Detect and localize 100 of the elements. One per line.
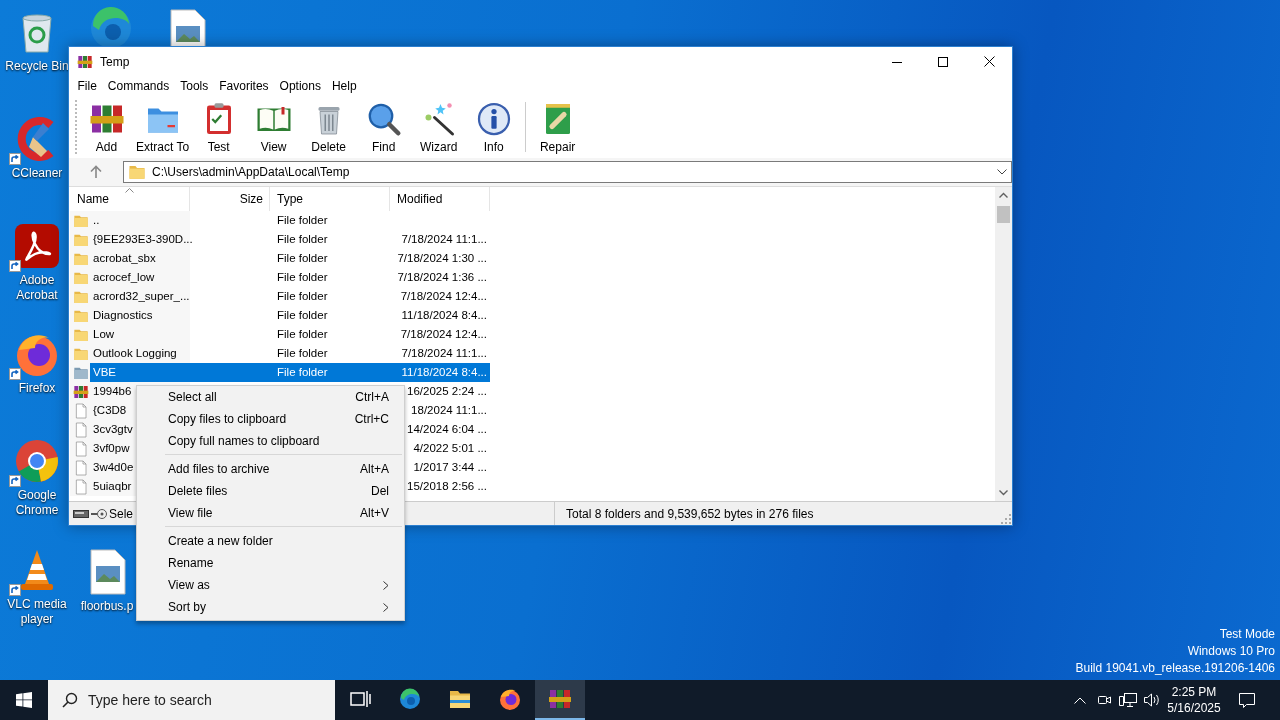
- table-cell-text: File folder: [276, 251, 329, 266]
- table-cell-text: 7/18/2024 1:36 ...: [396, 270, 488, 285]
- table-cell-text: File folder: [276, 346, 329, 361]
- selected-row[interactable]: VBE File folder 11/18/2024 8:4...: [90, 363, 490, 382]
- menu-item[interactable]: Favorites: [213, 77, 275, 95]
- table-cell-text: File folder: [276, 270, 329, 285]
- firefox-icon: [498, 687, 522, 711]
- close-icon: [983, 56, 995, 67]
- menu-item[interactable]: File: [72, 77, 103, 95]
- toolbar-button[interactable]: View: [246, 100, 302, 154]
- maximize-icon: [938, 56, 948, 67]
- archive-summary: Total 8 folders and 9,539,652 bytes in 276 files: [566, 506, 814, 521]
- resize-grip-icon[interactable]: [1000, 513, 1012, 525]
- icon-label: Firefox: [18, 381, 56, 396]
- menu-item[interactable]: Create a new folder: [137, 530, 404, 552]
- icon-label: VLC media player: [6, 597, 68, 627]
- table-cell-text: VBE: [92, 365, 117, 380]
- network-icon: [1119, 692, 1137, 708]
- chevron-right-icon: [383, 580, 389, 590]
- selection-status: Sele: [109, 506, 134, 521]
- table-cell-text: File folder: [276, 365, 329, 380]
- pdf-icon[interactable]: [13, 222, 61, 270]
- menu-item[interactable]: Options: [274, 77, 327, 95]
- shortcut-arrow-icon: [9, 153, 21, 165]
- menu-item[interactable]: Rename: [137, 552, 404, 574]
- folder-icon: [128, 163, 146, 181]
- toolbar-button[interactable]: Add: [79, 100, 134, 154]
- info-icon: [475, 100, 512, 137]
- table-cell: {9EE293E3-390D...: [90, 230, 190, 249]
- file-icon: [73, 478, 89, 495]
- shortcut-arrow-icon: [9, 260, 21, 272]
- menu-item[interactable]: Sort by: [137, 596, 404, 618]
- search-field[interactable]: Type here to search: [48, 680, 335, 720]
- table-cell-text: 7/18/2024 12:4...: [399, 289, 488, 304]
- table-cell-text: 7/18/2024 11:1...: [400, 346, 488, 361]
- column-header[interactable]: Type: [270, 187, 390, 211]
- icon-label: floorbus.p: [80, 599, 134, 614]
- table-cell: Outlook Logging: [90, 344, 190, 363]
- menu-item[interactable]: Help: [326, 77, 363, 95]
- chevron-right-icon: [383, 602, 389, 612]
- menu-item[interactable]: Commands: [102, 77, 175, 95]
- table-cell-text: 7/18/2024 11:1...: [400, 232, 488, 247]
- table-cell-text: 16/2025 2:24 ...: [406, 384, 488, 399]
- toolbar-button[interactable]: Repair: [530, 100, 586, 154]
- chrome-icon[interactable]: [13, 437, 61, 485]
- windows-icon: [16, 692, 32, 708]
- shortcut-arrow-icon: [9, 475, 21, 487]
- table-cell: acrocef_low: [90, 268, 190, 287]
- table-cell-text: 7/18/2024 1:30 ...: [396, 251, 488, 266]
- icon-label: Adobe Acrobat: [15, 273, 59, 303]
- toolbar-button[interactable]: Wizard: [411, 100, 467, 154]
- icon-label: Google Chrome: [14, 488, 60, 518]
- table-cell-text: 11/18/2024 8:4...: [400, 365, 488, 380]
- icon-label: CCleaner: [11, 166, 63, 181]
- drive-icon: [73, 508, 89, 519]
- menu-item[interactable]: View file Alt+V: [137, 502, 404, 524]
- browser-icon: [398, 687, 422, 711]
- archive-icon: [548, 687, 572, 711]
- table-cell-text: File folder: [276, 232, 329, 247]
- toolbar-button[interactable]: Info: [466, 100, 522, 154]
- table-cell: Diagnostics: [90, 306, 190, 325]
- address-field[interactable]: C:\Users\admin\AppData\Local\Temp: [123, 161, 1012, 183]
- taskbar-button[interactable]: [535, 680, 585, 720]
- menu-item[interactable]: View as: [137, 574, 404, 596]
- notification-icon: [1238, 691, 1256, 709]
- icon-label: Recycle Bin: [5, 59, 69, 74]
- table-cell-text: 7/18/2024 12:4...: [399, 327, 488, 342]
- clock-button[interactable]: 2:25 PM 5/16/2025: [1164, 680, 1224, 720]
- shortcut-arrow-icon: [9, 584, 21, 596]
- table-cell-text: 1/2017 3:44 ...: [412, 460, 488, 475]
- archive-icon: [77, 53, 93, 70]
- table-cell: ..: [90, 211, 190, 230]
- table-cell: acrord32_super_...: [90, 287, 190, 306]
- scroll-thumb[interactable]: [997, 206, 1010, 223]
- toolbar-button[interactable]: Find: [356, 100, 412, 154]
- chevron-down-icon: [997, 169, 1007, 175]
- table-cell-text: 14/2024 6:04 ...: [406, 422, 488, 437]
- system-notice-text: Test Mode: [1219, 626, 1275, 643]
- column-header[interactable]: Size: [190, 187, 270, 211]
- column-header[interactable]: Modified: [390, 187, 490, 211]
- volume-icon: [1143, 692, 1161, 708]
- table-cell-text: 18/2024 11:1...: [410, 403, 488, 418]
- table-cell: Low: [90, 325, 190, 344]
- system-notice-text: Windows 10 Pro: [1187, 643, 1275, 660]
- table-cell-text: File folder: [276, 327, 329, 342]
- up-arrow-icon: [90, 165, 102, 179]
- chevron-up-icon: [1074, 696, 1086, 704]
- menu-item[interactable]: Tools: [174, 77, 214, 95]
- toolbar-button[interactable]: Test: [191, 100, 247, 154]
- vertical-scrollbar[interactable]: [995, 187, 1012, 501]
- table-cell: acrobat_sbx: [90, 249, 190, 268]
- table-cell-text: File folder: [276, 289, 329, 304]
- toolbar-button[interactable]: Delete: [301, 100, 357, 154]
- table-cell-text: File folder: [276, 213, 329, 228]
- table-cell-text: 15/2018 2:56 ...: [406, 479, 488, 494]
- table-cell-text: 11/18/2024 8:4...: [400, 308, 488, 323]
- toolbar-button[interactable]: Extract To: [134, 100, 192, 154]
- key-icon: [91, 507, 107, 520]
- search-icon: [62, 692, 78, 708]
- window-title: Temp: [100, 54, 130, 69]
